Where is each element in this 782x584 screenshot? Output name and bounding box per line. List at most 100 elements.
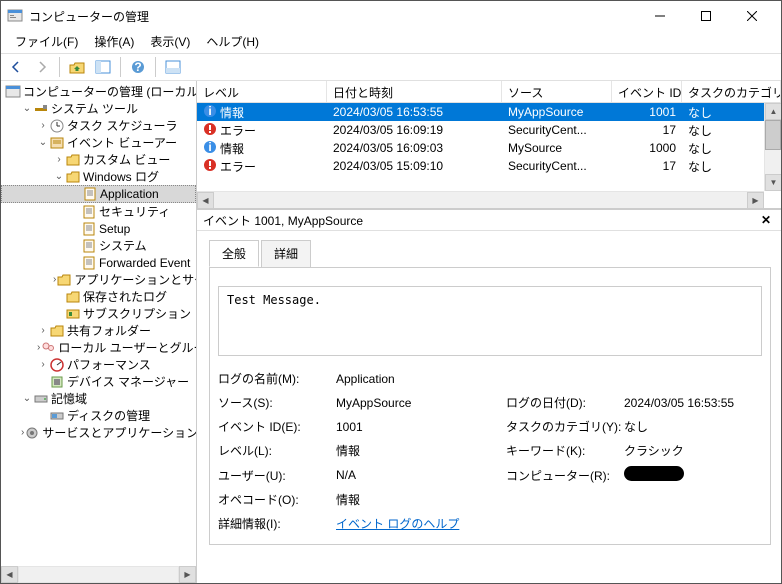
tree-item-saved_logs[interactable]: 保存されたログ (1, 288, 196, 305)
menu-file[interactable]: ファイル(F) (7, 31, 86, 52)
computer-redacted (624, 466, 684, 481)
list-row[interactable]: i情報2024/03/05 16:09:03MySource1000なし (197, 139, 781, 157)
back-button[interactable] (5, 56, 27, 78)
nav-tree[interactable]: コンピューターの管理 (ローカル)⌄システム ツール›タスク スケジューラ⌄イベ… (1, 81, 197, 583)
menu-help[interactable]: ヘルプ(H) (198, 31, 267, 52)
cell-level: エラー (220, 158, 256, 175)
minimize-button[interactable] (637, 1, 683, 31)
folder-icon (49, 323, 65, 339)
tree-item-application[interactable]: Application (1, 185, 196, 203)
cell-event-id: 1001 (612, 105, 682, 119)
detail-close-button[interactable]: ✕ (757, 213, 775, 227)
content: コンピューターの管理 (ローカル)⌄システム ツール›タスク スケジューラ⌄イベ… (1, 81, 781, 583)
expander-icon[interactable]: › (37, 325, 49, 336)
detail-title: イベント 1001, MyAppSource (203, 212, 757, 229)
maximize-button[interactable] (683, 1, 729, 31)
cell-datetime: 2024/03/05 16:53:55 (327, 105, 502, 119)
help-button[interactable]: ? (127, 56, 149, 78)
tree-item-system[interactable]: システム (1, 237, 196, 254)
eventviewer-icon (49, 135, 65, 151)
storage-icon (33, 391, 49, 407)
scroll-right-icon[interactable]: ▶ (179, 566, 196, 583)
cell-level: エラー (220, 122, 256, 139)
event-message[interactable]: Test Message. (218, 286, 762, 356)
expander-icon[interactable]: › (37, 359, 49, 370)
col-category[interactable]: タスクのカテゴリ (682, 81, 781, 102)
tree-label: アプリケーションとサービ (74, 271, 197, 288)
tree-item-services_apps[interactable]: ›サービスとアプリケーション (1, 424, 196, 441)
menu-view[interactable]: 表示(V) (142, 31, 198, 52)
right-panel: レベル 日付と時刻 ソース イベント ID タスクのカテゴリ i情報2024/0… (197, 81, 781, 583)
tree-item-shared_folders[interactable]: ›共有フォルダー (1, 322, 196, 339)
more-info-link[interactable]: イベント ログのヘルプ (336, 515, 506, 532)
label-level: レベル(L): (218, 442, 336, 459)
label-user: ユーザー(U): (218, 467, 336, 484)
tab-general[interactable]: 全般 (209, 240, 259, 267)
scroll-right-icon[interactable]: ▶ (747, 192, 764, 209)
expander-icon[interactable]: › (53, 154, 65, 165)
value-event-id: 1001 (336, 420, 506, 434)
scroll-left-icon[interactable]: ◀ (1, 566, 18, 583)
cell-datetime: 2024/03/05 15:09:10 (327, 159, 502, 173)
tree-label: Setup (99, 222, 130, 236)
folder-icon (65, 169, 81, 185)
list-row[interactable]: エラー2024/03/05 15:09:10SecurityCent...17な… (197, 157, 781, 175)
label-computer: コンピューター(R): (506, 467, 624, 484)
expander-icon[interactable]: ⌄ (53, 171, 65, 182)
menu-action[interactable]: 操作(A) (86, 31, 142, 52)
scroll-track[interactable] (18, 566, 179, 583)
label-keywords: キーワード(K): (506, 442, 624, 459)
log-icon (81, 204, 97, 220)
tab-details[interactable]: 詳細 (261, 240, 311, 267)
col-level[interactable]: レベル (197, 81, 327, 102)
tree-item-custom_views[interactable]: › カスタム ビュー (1, 151, 196, 168)
tree-item-apps_svcs[interactable]: ›アプリケーションとサービ (1, 271, 196, 288)
preview-pane-button[interactable] (162, 56, 184, 78)
tree-item-event_viewer[interactable]: ⌄イベント ビューアー (1, 134, 196, 151)
toolbar: ? (1, 53, 781, 81)
tree-item-task_scheduler[interactable]: ›タスク スケジューラ (1, 117, 196, 134)
col-event-id[interactable]: イベント ID (612, 81, 682, 102)
list-vscroll[interactable]: ▲ ▼ (764, 103, 781, 191)
toolbar-separator (59, 57, 60, 77)
scroll-left-icon[interactable]: ◀ (197, 192, 214, 209)
col-source[interactable]: ソース (502, 81, 612, 102)
cell-level: 情報 (220, 140, 244, 157)
list-hscroll[interactable]: ◀ ▶ (197, 191, 764, 208)
scroll-thumb[interactable] (765, 120, 781, 150)
tree-item-root[interactable]: コンピューターの管理 (ローカル) (1, 83, 196, 100)
cell-source: MySource (502, 141, 612, 155)
expander-icon[interactable]: ⌄ (21, 393, 33, 404)
tree-item-system_tools[interactable]: ⌄システム ツール (1, 100, 196, 117)
tree-item-subscriptions[interactable]: サブスクリプション (1, 305, 196, 322)
scroll-up-icon[interactable]: ▲ (765, 103, 781, 120)
tree-item-setup[interactable]: Setup (1, 220, 196, 237)
tree-item-storage[interactable]: ⌄記憶域 (1, 390, 196, 407)
value-log-name: Application (336, 372, 506, 386)
tree-item-forwarded[interactable]: Forwarded Event (1, 254, 196, 271)
tree-item-local_users[interactable]: ›ローカル ユーザーとグループ (1, 339, 196, 356)
list-row[interactable]: i情報2024/03/05 16:53:55MyAppSource1001なし (197, 103, 781, 121)
expander-icon[interactable]: ⌄ (37, 137, 49, 148)
tree-label: カスタム ビュー (83, 151, 170, 168)
label-event-id: イベント ID(E): (218, 418, 336, 435)
expander-icon[interactable]: › (37, 120, 49, 131)
expander-icon[interactable]: ⌄ (21, 103, 33, 114)
forward-button[interactable] (31, 56, 53, 78)
list-row[interactable]: エラー2024/03/05 16:09:19SecurityCent...17な… (197, 121, 781, 139)
toggle-tree-button[interactable] (92, 56, 114, 78)
col-datetime[interactable]: 日付と時刻 (327, 81, 502, 102)
tree-item-security[interactable]: セキュリティ (1, 203, 196, 220)
tree-item-disk_management[interactable]: ディスクの管理 (1, 407, 196, 424)
scroll-down-icon[interactable]: ▼ (765, 174, 781, 191)
detail-tabs: 全般 詳細 (209, 240, 771, 268)
cell-event-id: 17 (612, 159, 682, 173)
svg-text:i: i (208, 104, 211, 118)
close-button[interactable] (729, 1, 775, 31)
up-level-button[interactable] (66, 56, 88, 78)
tree-item-device_manager[interactable]: デバイス マネージャー (1, 373, 196, 390)
tree-item-windows_logs[interactable]: ⌄Windows ログ (1, 168, 196, 185)
svg-text:i: i (208, 140, 211, 154)
tree-hscroll[interactable]: ◀ ▶ (1, 566, 196, 583)
tree-item-performance[interactable]: ›パフォーマンス (1, 356, 196, 373)
